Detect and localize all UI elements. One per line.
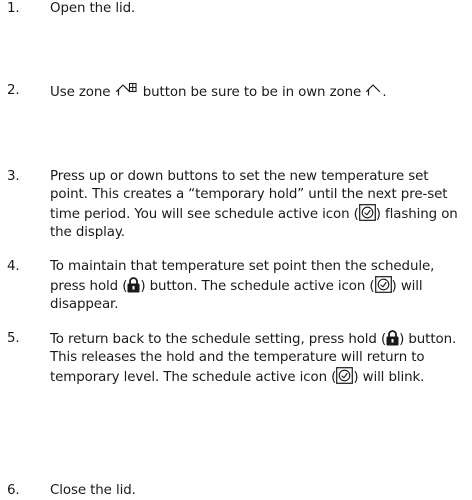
step-text: Use zone button be sure to be in own zon… bbox=[50, 82, 468, 102]
step-number: 5. bbox=[7, 331, 20, 346]
step-text: Press up or down buttons to set the new … bbox=[50, 168, 468, 242]
step-text-part: ) button. The schedule active icon ( bbox=[140, 279, 375, 294]
zone-icon bbox=[115, 82, 139, 99]
step-number: 6. bbox=[7, 483, 20, 498]
step-text-part: Use zone bbox=[50, 85, 111, 100]
step-text-content: Close the lid. bbox=[50, 483, 136, 498]
step-number: 2. bbox=[7, 83, 20, 98]
step-text-content: Open the lid. bbox=[50, 1, 136, 16]
step-text-part: ) will blink. bbox=[353, 370, 425, 385]
step-text: To return back to the schedule setting, … bbox=[50, 330, 468, 387]
schedule-active-icon bbox=[336, 367, 354, 384]
step-text-part: button be sure to be in own zone bbox=[142, 85, 362, 100]
step-text: Open the lid. bbox=[50, 0, 468, 18]
step-number: 3. bbox=[7, 169, 20, 184]
step-text-part: . bbox=[382, 85, 387, 100]
step-text-part: To return back to the schedule setting, … bbox=[50, 332, 387, 347]
house-zone-icon bbox=[365, 82, 382, 99]
schedule-active-icon bbox=[358, 204, 376, 221]
lock-icon bbox=[386, 330, 399, 346]
step-number: 1. bbox=[7, 1, 20, 16]
lock-icon bbox=[127, 277, 140, 293]
step-number: 4. bbox=[7, 259, 20, 274]
schedule-active-icon bbox=[374, 276, 392, 293]
step-text: To maintain that temperature set point t… bbox=[50, 258, 468, 314]
step-text: Close the lid. bbox=[50, 482, 468, 500]
